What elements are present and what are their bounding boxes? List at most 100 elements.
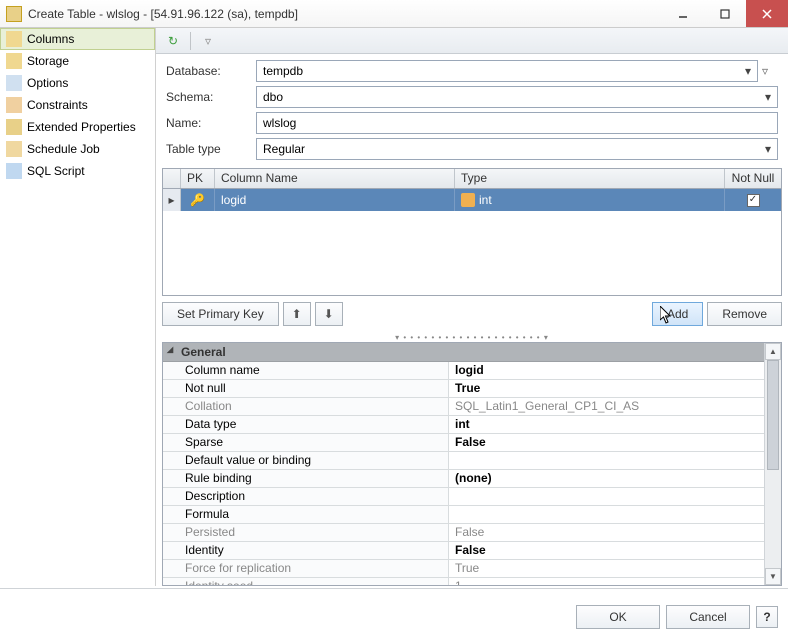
move-down-button[interactable]: ⬇ <box>315 302 343 326</box>
grid-header-pk[interactable]: PK <box>181 169 215 188</box>
property-key: Sparse <box>163 434 449 451</box>
checkbox-checked-icon[interactable]: ✓ <box>747 194 760 207</box>
toolbar-separator <box>190 32 191 50</box>
cancel-button[interactable]: Cancel <box>666 605 750 629</box>
property-row[interactable]: Formula <box>163 506 764 524</box>
property-row[interactable]: Force for replicationTrue <box>163 560 764 578</box>
sidebar-item-constraints[interactable]: Constraints <box>0 94 155 116</box>
property-value[interactable]: True <box>449 380 764 397</box>
property-key: Collation <box>163 398 449 415</box>
sidebar-item-options[interactable]: Options <box>0 72 155 94</box>
schema-label: Schema: <box>166 90 256 104</box>
scroll-down-icon[interactable]: ▼ <box>765 568 781 585</box>
sidebar-label: Schedule Job <box>27 142 100 156</box>
sidebar-item-sql-script[interactable]: SQL Script <box>0 160 155 182</box>
property-row[interactable]: CollationSQL_Latin1_General_CP1_CI_AS <box>163 398 764 416</box>
grid-header-column-name[interactable]: Column Name <box>215 169 455 188</box>
add-button[interactable]: Add <box>652 302 703 326</box>
property-row[interactable]: Data typeint <box>163 416 764 434</box>
options-icon <box>6 75 22 91</box>
content-toolbar: ↻ ▿ <box>156 28 788 54</box>
columns-icon <box>6 31 22 47</box>
minimize-button[interactable] <box>662 0 704 27</box>
refresh-icon[interactable]: ↻ <box>162 31 184 51</box>
sidebar-item-storage[interactable]: Storage <box>0 50 155 72</box>
property-section-header[interactable]: General <box>163 343 764 362</box>
sidebar-label: Options <box>27 76 68 90</box>
property-row[interactable]: Description <box>163 488 764 506</box>
name-label: Name: <box>166 116 256 130</box>
set-primary-key-button[interactable]: Set Primary Key <box>162 302 279 326</box>
property-value[interactable]: 1 <box>449 578 764 585</box>
sidebar: Columns Storage Options Constraints Exte… <box>0 28 156 586</box>
property-value[interactable]: False <box>449 524 764 541</box>
schema-select[interactable]: dbo▾ <box>256 86 778 108</box>
key-icon: 🔑 <box>190 193 205 207</box>
chevron-down-icon: ▾ <box>745 64 751 78</box>
grid-header-not-null[interactable]: Not Null <box>725 169 781 188</box>
property-value[interactable]: int <box>449 416 764 433</box>
tabletype-select[interactable]: Regular▾ <box>256 138 778 160</box>
sidebar-label: Extended Properties <box>27 120 136 134</box>
pk-cell: 🔑 <box>181 189 215 211</box>
datatype-icon <box>461 193 475 207</box>
property-value[interactable]: False <box>449 434 764 451</box>
grid-header-selector <box>163 169 181 188</box>
sidebar-label: SQL Script <box>27 164 85 178</box>
scrollbar-thumb[interactable] <box>767 360 779 470</box>
scroll-up-icon[interactable]: ▲ <box>765 343 781 360</box>
property-row[interactable]: Not nullTrue <box>163 380 764 398</box>
sidebar-item-columns[interactable]: Columns <box>0 28 155 50</box>
property-key: Description <box>163 488 449 505</box>
property-value[interactable]: SQL_Latin1_General_CP1_CI_AS <box>449 398 764 415</box>
move-up-button[interactable]: ⬆ <box>283 302 311 326</box>
sidebar-item-schedule-job[interactable]: Schedule Job <box>0 138 155 160</box>
property-key: Identity <box>163 542 449 559</box>
property-value[interactable]: False <box>449 542 764 559</box>
property-key: Identity seed <box>163 578 449 585</box>
property-value[interactable] <box>449 488 764 505</box>
property-value[interactable]: (none) <box>449 470 764 487</box>
database-filter-icon[interactable]: ▿ <box>762 64 778 78</box>
column-type-cell[interactable]: int <box>455 189 725 211</box>
splitter-handle[interactable]: ▾ • • • • • • • • • • • • • • • • • • • … <box>156 332 788 342</box>
not-null-cell[interactable]: ✓ <box>725 189 781 211</box>
app-icon <box>6 6 22 22</box>
property-row[interactable]: Identity seed1 <box>163 578 764 585</box>
tabletype-label: Table type <box>166 142 256 156</box>
ok-button[interactable]: OK <box>576 605 660 629</box>
property-row[interactable]: SparseFalse <box>163 434 764 452</box>
remove-button[interactable]: Remove <box>707 302 782 326</box>
grid-header-type[interactable]: Type <box>455 169 725 188</box>
filter-icon[interactable]: ▿ <box>197 31 219 51</box>
table-row[interactable]: ▸ 🔑 logid int ✓ <box>163 189 781 211</box>
database-select[interactable]: tempdb▾ <box>256 60 758 82</box>
property-value[interactable]: True <box>449 560 764 577</box>
property-value[interactable] <box>449 452 764 469</box>
column-name-cell[interactable]: logid <box>215 189 455 211</box>
property-key: Formula <box>163 506 449 523</box>
property-grid: General Column namelogidNot nullTrueColl… <box>162 342 782 586</box>
close-button[interactable] <box>746 0 788 27</box>
database-label: Database: <box>166 64 256 78</box>
window-title: Create Table - wlslog - [54.91.96.122 (s… <box>28 7 662 21</box>
arrow-down-icon: ⬇ <box>324 307 334 321</box>
scrollbar-vertical[interactable]: ▲ ▼ <box>764 343 781 585</box>
property-value[interactable] <box>449 506 764 523</box>
sidebar-label: Columns <box>27 32 74 46</box>
constraints-icon <box>6 97 22 113</box>
property-key: Persisted <box>163 524 449 541</box>
sidebar-label: Constraints <box>27 98 88 112</box>
help-button[interactable]: ? <box>756 606 778 628</box>
property-row[interactable]: Column namelogid <box>163 362 764 380</box>
property-row[interactable]: PersistedFalse <box>163 524 764 542</box>
property-value[interactable]: logid <box>449 362 764 379</box>
maximize-button[interactable] <box>704 0 746 27</box>
name-input[interactable]: wlslog <box>256 112 778 134</box>
property-row[interactable]: IdentityFalse <box>163 542 764 560</box>
property-row[interactable]: Rule binding(none) <box>163 470 764 488</box>
property-row[interactable]: Default value or binding <box>163 452 764 470</box>
sidebar-item-extended-properties[interactable]: Extended Properties <box>0 116 155 138</box>
property-key: Not null <box>163 380 449 397</box>
sql-icon <box>6 163 22 179</box>
